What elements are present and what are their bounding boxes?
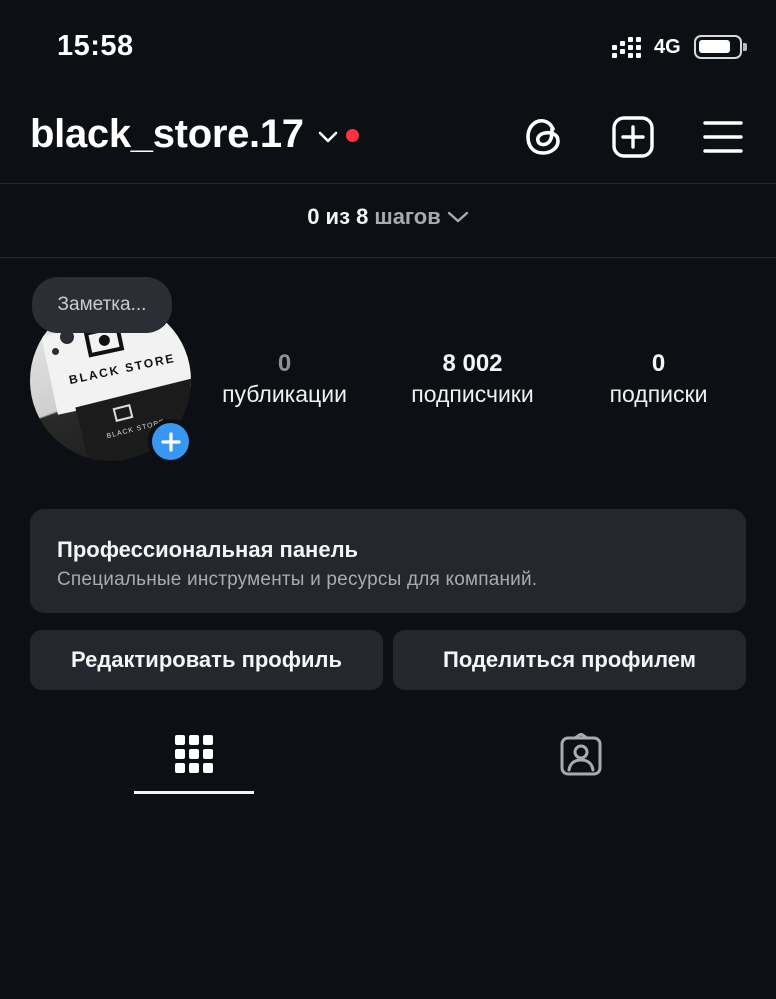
add-post-icon[interactable]: [611, 115, 655, 159]
stat-posts[interactable]: 0 публикации: [214, 350, 355, 410]
chevron-down-icon: [318, 131, 338, 142]
share-profile-button[interactable]: Поделиться профилем: [393, 630, 746, 690]
active-tab-indicator: [134, 791, 254, 794]
signal-icon: [612, 37, 641, 58]
steps-divider: [0, 257, 776, 258]
pro-panel-subtitle: Специальные инструменты и ресурсы для ко…: [57, 569, 538, 590]
status-time: 15:58: [57, 30, 134, 62]
stat-following[interactable]: 0 подписки: [598, 350, 719, 410]
stat-value: 0: [277, 350, 292, 377]
plus-icon: [160, 431, 181, 452]
profile-screen: 15:58 4G black_store.17 0 из 8 шагов BLA…: [0, 0, 776, 999]
stat-value: 0: [651, 350, 666, 377]
stat-value: 8 002: [442, 350, 503, 377]
grid-icon[interactable]: [174, 734, 214, 774]
professional-dashboard[interactable]: Профессиональная панель Специальные инст…: [30, 509, 746, 613]
pro-panel-title: Профессиональная панель: [57, 537, 359, 562]
menu-icon[interactable]: [703, 119, 743, 155]
notification-dot: [345, 129, 359, 142]
stat-label: подписки: [609, 381, 708, 407]
add-story-button[interactable]: [148, 419, 193, 464]
chevron-down-icon: [447, 211, 468, 223]
threads-icon[interactable]: [523, 115, 565, 159]
progress-count: 0 из 8: [307, 204, 369, 229]
note-bubble[interactable]: Заметка...: [32, 277, 172, 333]
network-type: 4G: [654, 36, 681, 58]
username: black_store.17: [30, 112, 304, 156]
stat-label: подписчики: [411, 381, 534, 407]
header-divider: [0, 183, 776, 184]
note-bubble-tail: [60, 330, 74, 344]
battery-icon: [694, 35, 747, 59]
tagged-icon[interactable]: [559, 733, 603, 777]
edit-profile-button[interactable]: Редактировать профиль: [30, 630, 383, 690]
note-bubble-tail: [52, 348, 59, 355]
account-switcher[interactable]: black_store.17: [30, 112, 359, 157]
stat-label: публикации: [222, 381, 347, 407]
stat-followers[interactable]: 8 002 подписчики: [395, 350, 550, 410]
progress-label: шагов: [374, 204, 441, 229]
onboarding-progress[interactable]: 0 из 8 шагов: [0, 204, 776, 230]
